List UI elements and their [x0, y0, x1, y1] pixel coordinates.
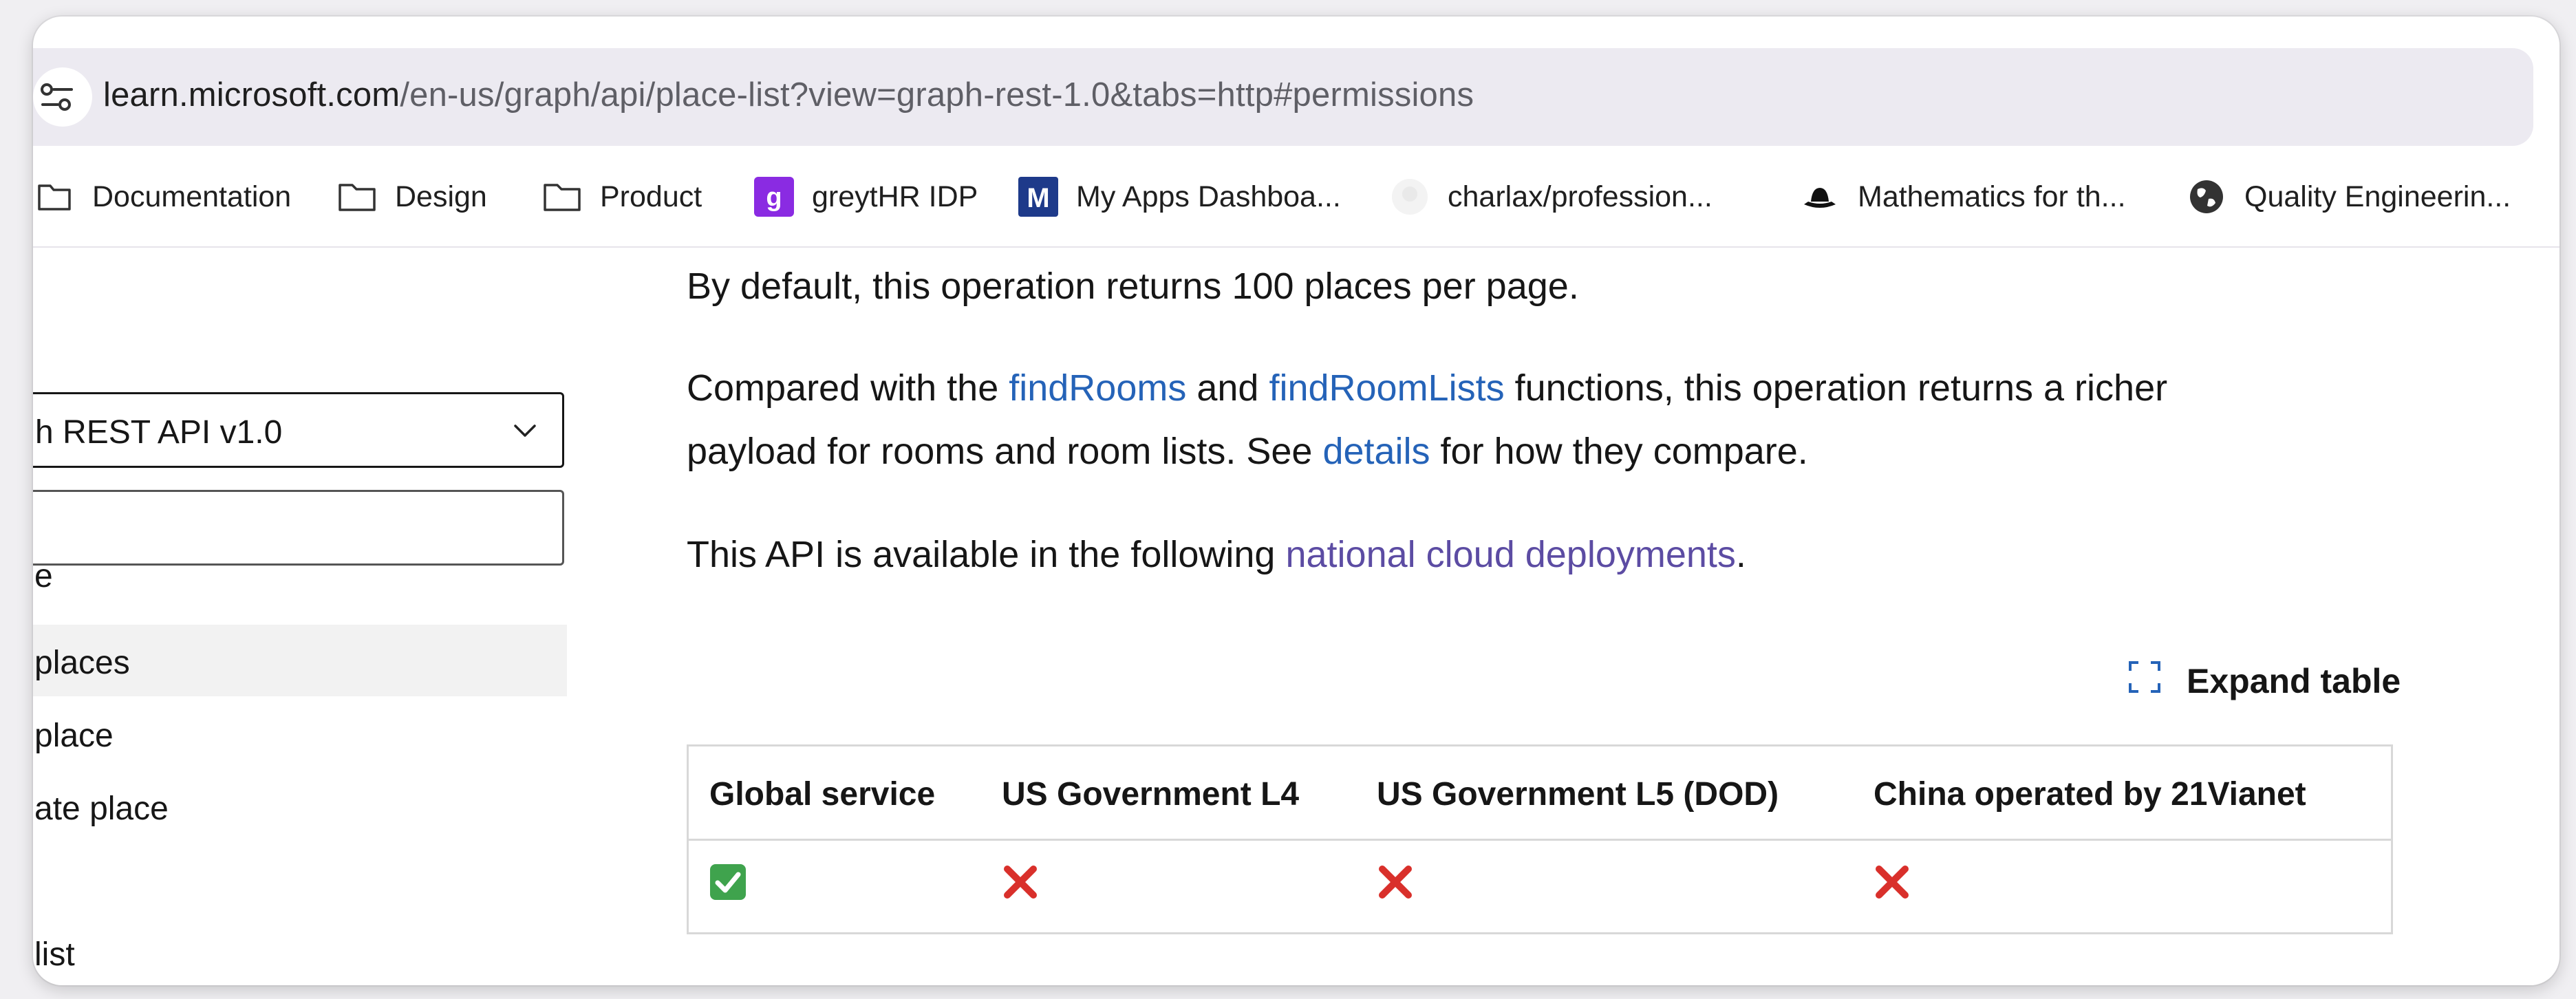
- cross-mark-icon: [1002, 863, 1039, 904]
- bookmark-documentation[interactable]: Documentation: [34, 176, 291, 217]
- cross-mark-icon: [1874, 863, 1911, 904]
- nav-item[interactable]: e: [33, 556, 567, 604]
- table-row-divider: [689, 839, 2391, 841]
- folder-icon: [337, 177, 377, 217]
- link-national-cloud-deployments[interactable]: national cloud deployments: [1285, 534, 1735, 575]
- link-details[interactable]: details: [1322, 431, 1430, 472]
- nav-item-label: places: [34, 645, 130, 681]
- github-icon: [1390, 177, 1430, 217]
- folder-icon: [542, 177, 582, 217]
- text: and: [1186, 367, 1269, 409]
- nav-item-label: e: [34, 558, 53, 594]
- bookmark-design[interactable]: Design: [337, 176, 487, 217]
- url-path: /en-us/graph/api/place-list?view=graph-r…: [400, 76, 1474, 114]
- globe-icon: [2187, 177, 2226, 217]
- url-domain: learn.microsoft.com: [103, 76, 400, 114]
- url-text[interactable]: learn.microsoft.com/en-us/graph/api/plac…: [103, 76, 1474, 114]
- paragraph-default-page-size: By default, this operation returns 100 p…: [687, 266, 1579, 307]
- paragraph-compare: Compared with the findRooms and findRoom…: [687, 356, 2167, 483]
- bookmark-label: Product: [600, 180, 702, 213]
- myapps-icon: M: [1018, 177, 1058, 217]
- link-findroomlists[interactable]: findRoomLists: [1269, 367, 1504, 409]
- table-header: US Government L4: [1002, 776, 1300, 813]
- bookmark-label: Documentation: [92, 180, 292, 213]
- link-findrooms[interactable]: findRooms: [1009, 367, 1186, 409]
- bookmark-label: My Apps Dashboa...: [1076, 180, 1341, 213]
- table-header: China operated by 21Vianet: [1874, 776, 2306, 813]
- svg-text:g: g: [766, 183, 782, 212]
- nav-item-get-place[interactable]: place: [33, 698, 567, 769]
- nav-item-list[interactable]: list: [33, 916, 567, 985]
- check-mark-icon: [709, 863, 747, 904]
- left-nav: h REST API v1.0 e places place ate place…: [33, 248, 583, 985]
- bookmark-greythr[interactable]: g greytHR IDP: [754, 176, 978, 217]
- folder-icon: [34, 177, 74, 217]
- bookmarks-bar: Documentation Design Product g greytHR I…: [33, 161, 2559, 237]
- address-bar[interactable]: learn.microsoft.com/en-us/graph/api/plac…: [33, 48, 2533, 146]
- bookmark-label: charlax/profession...: [1448, 180, 1713, 213]
- filter-input[interactable]: [33, 504, 533, 554]
- chevron-down-icon: [513, 418, 537, 446]
- bookmark-label: Mathematics for th...: [1858, 180, 2126, 213]
- version-select[interactable]: h REST API v1.0: [33, 392, 564, 468]
- nav-item-list-places[interactable]: places: [33, 625, 567, 696]
- expand-table-label: Expand table: [2187, 662, 2401, 700]
- cloud-availability-table: Global service US Government L4 US Gover…: [687, 744, 2393, 934]
- filter-input-box[interactable]: [33, 490, 564, 566]
- hat-icon: [1800, 177, 1840, 217]
- nav-item-update-place[interactable]: ate place: [33, 771, 567, 842]
- site-settings-icon[interactable]: [33, 67, 92, 127]
- greythr-icon: g: [754, 177, 794, 217]
- bookmark-label: Design: [395, 180, 487, 213]
- bookmark-label: greytHR IDP: [812, 180, 978, 213]
- nav-item-label: place: [34, 718, 114, 754]
- cross-mark-icon: [1377, 863, 1414, 904]
- nav-item-label: list: [34, 936, 75, 973]
- bookmark-mathematics[interactable]: Mathematics for th...: [1800, 176, 2126, 217]
- table-header: Global service: [709, 776, 936, 813]
- nav-item-label: ate place: [34, 791, 169, 827]
- bookmark-label: Quality Engineerin...: [2244, 180, 2511, 213]
- bookmark-quality[interactable]: Quality Engineerin...: [2187, 176, 2511, 217]
- bookmark-myapps[interactable]: M My Apps Dashboa...: [1018, 176, 1341, 217]
- expand-icon: [2127, 660, 2162, 702]
- text: This API is available in the following: [687, 534, 1286, 575]
- text: payload for rooms and room lists. See: [687, 431, 1323, 472]
- expand-table-button[interactable]: Expand table: [2127, 654, 2401, 709]
- svg-text:M: M: [1027, 183, 1049, 213]
- bookmark-product[interactable]: Product: [542, 176, 702, 217]
- version-select-label: h REST API v1.0: [35, 414, 283, 451]
- browser-window: learn.microsoft.com/en-us/graph/api/plac…: [33, 17, 2559, 985]
- text: for how they compare.: [1430, 431, 1808, 472]
- text: Compared with the: [687, 367, 1009, 409]
- bookmark-github[interactable]: charlax/profession...: [1390, 176, 1713, 217]
- table-header: US Government L5 (DOD): [1377, 776, 1779, 813]
- text: functions, this operation returns a rich…: [1504, 367, 2168, 409]
- paragraph-national-cloud: This API is available in the following n…: [687, 523, 1746, 586]
- text: .: [1735, 534, 1746, 575]
